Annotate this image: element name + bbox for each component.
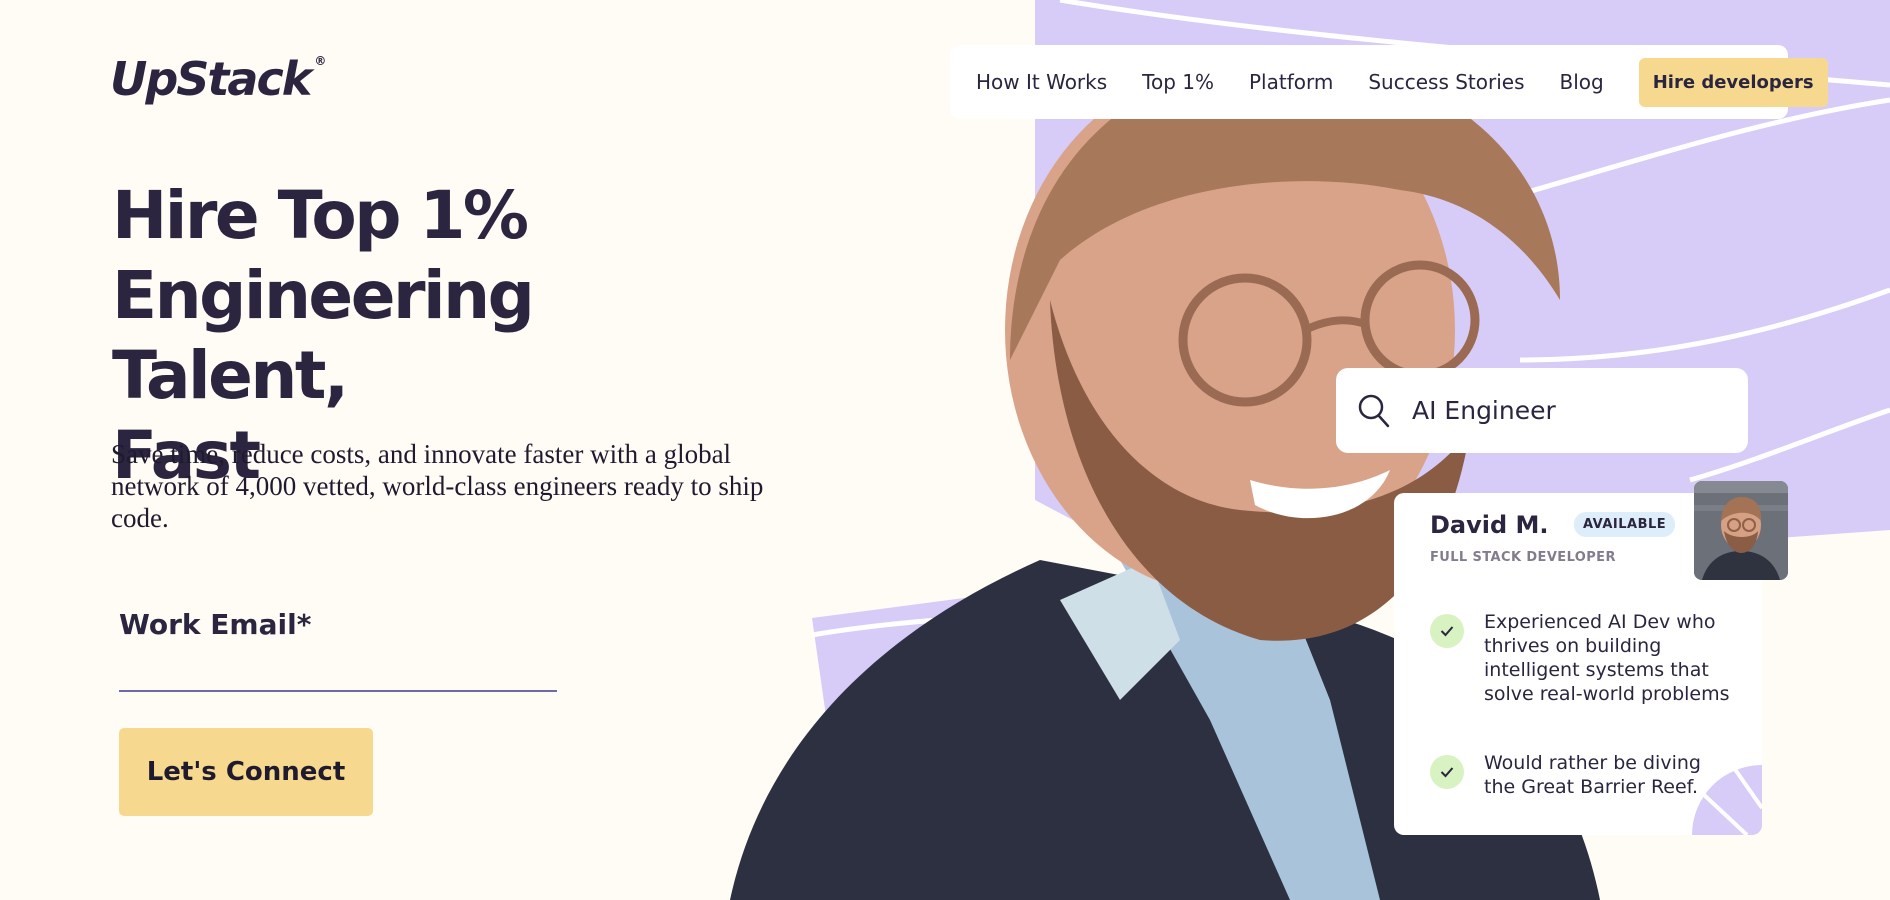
check-icon bbox=[1430, 614, 1464, 648]
work-email-label: Work Email* bbox=[119, 608, 312, 641]
upstack-logo[interactable]: UpStack ® bbox=[110, 52, 326, 106]
main-nav: How It Works Top 1% Platform Success Sto… bbox=[950, 45, 1828, 119]
hero-subtitle: Save time, reduce costs, and innovate fa… bbox=[111, 439, 764, 533]
search-query: AI Engineer bbox=[1412, 396, 1556, 425]
brand-name: UpStack bbox=[110, 52, 312, 106]
availability-badge: AVAILABLE bbox=[1574, 512, 1676, 537]
profile-fact: Experienced AI Dev who thrives on buildi… bbox=[1430, 610, 1730, 706]
profile-fact-text: Experienced AI Dev who thrives on buildi… bbox=[1484, 611, 1730, 705]
nav-top-1-percent[interactable]: Top 1% bbox=[1142, 70, 1214, 94]
talent-search-box[interactable]: AI Engineer bbox=[1336, 368, 1748, 453]
profile-fact: Would rather be diving the Great Barrier… bbox=[1430, 751, 1730, 799]
nav-how-it-works[interactable]: How It Works bbox=[976, 70, 1107, 94]
nav-blog[interactable]: Blog bbox=[1560, 70, 1604, 94]
hero-title-line-1: Hire Top 1% bbox=[112, 177, 529, 254]
search-icon bbox=[1358, 394, 1390, 427]
hero-title-line-2: Engineering Talent, bbox=[112, 257, 535, 414]
profile-role: FULL STACK DEVELOPER bbox=[1430, 550, 1616, 565]
avatar bbox=[1694, 481, 1788, 580]
hire-developers-button[interactable]: Hire developers bbox=[1638, 57, 1828, 107]
work-email-input[interactable] bbox=[119, 650, 557, 692]
lets-connect-button[interactable]: Let's Connect bbox=[119, 728, 373, 816]
decorative-pie-shape bbox=[1692, 763, 1762, 835]
profile-name: David M. bbox=[1430, 511, 1549, 539]
check-icon bbox=[1430, 755, 1464, 789]
nav-platform[interactable]: Platform bbox=[1249, 70, 1333, 94]
avatar-image bbox=[1694, 481, 1788, 580]
nav-success-stories[interactable]: Success Stories bbox=[1368, 70, 1524, 94]
registered-mark: ® bbox=[314, 54, 327, 68]
